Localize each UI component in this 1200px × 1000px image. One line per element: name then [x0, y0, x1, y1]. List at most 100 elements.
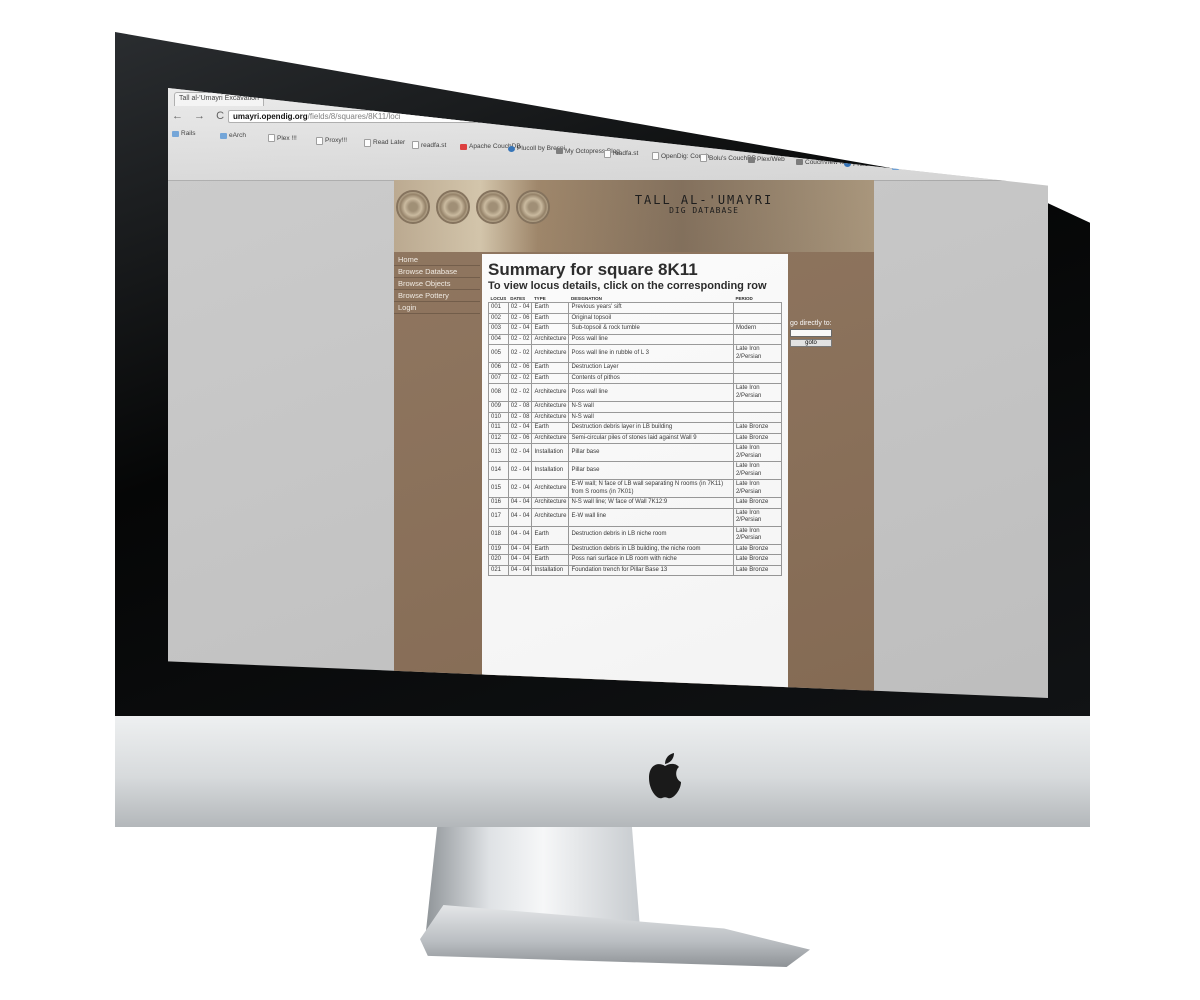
nav-home[interactable]: Home: [394, 254, 480, 266]
table-row[interactable]: 012 02 - 06 Architecture Semi-circular pile…: [488, 432, 783, 444]
table-row[interactable]: 019 04 - 04 Earth Destruction debris in LB …: [488, 543, 783, 555]
gray-icon: [556, 148, 563, 155]
cell-designation: Destruction debris in LB building, the n…: [568, 543, 734, 555]
url-path: /fields/8/squares/8K11/loci: [307, 112, 401, 121]
cell-type: Earth: [531, 422, 570, 434]
bookmark-item[interactable]: Other Bookmarks: [988, 167, 1048, 174]
cell-dates: 02 - 02: [507, 372, 533, 384]
browser-extension-icons[interactable]: ☆ ● ✎ ⚙ ≡: [969, 112, 1040, 123]
page-icon: [268, 134, 275, 143]
table-row[interactable]: 004 02 - 02 Architecture Poss wall line: [488, 333, 783, 345]
table-row[interactable]: 007 02 - 02 Earth Contents of pithos: [488, 372, 783, 384]
cell-period: [732, 362, 783, 374]
cell-type: Installation: [531, 443, 570, 462]
bookmark-item[interactable]: readfa.st: [604, 149, 638, 158]
cell-designation: E-W wall; N face of LB wall separating N…: [568, 479, 734, 498]
cell-type: Architecture: [531, 432, 570, 444]
table-header-row: LOCUS DATES TYPE DESIGNATION PERIOD: [489, 295, 782, 303]
cell-locus: 001: [488, 302, 509, 314]
bookmark-item[interactable]: eArch: [220, 132, 246, 139]
cell-dates: 04 - 04: [507, 564, 533, 576]
cell-dates: 02 - 02: [507, 344, 533, 363]
bookmark-label: IrisCouch: [949, 165, 977, 173]
cell-designation: Destruction debris layer in LB building: [568, 422, 734, 434]
cell-period: Late Bronze: [732, 432, 783, 444]
table-row[interactable]: 020 04 - 04 Earth Poss nari surface in LB r…: [488, 554, 783, 566]
table-row[interactable]: 017 04 - 04 Architecture E-W wall line Late …: [488, 507, 783, 527]
cell-dates: 02 - 04: [507, 479, 533, 498]
table-row[interactable]: 005 02 - 02 Architecture Poss wall line in …: [488, 344, 783, 363]
bookmark-item[interactable]: Rails: [172, 130, 195, 137]
bookmark-item[interactable]: Read Later: [364, 138, 405, 147]
cell-locus: 007: [488, 372, 509, 384]
cell-locus: 002: [488, 312, 509, 324]
table-row[interactable]: 006 02 - 06 Earth Destruction Layer: [488, 362, 783, 374]
column-header-designation: DESIGNATION: [570, 296, 602, 301]
rosette-icon: [476, 190, 510, 224]
table-row[interactable]: 015 02 - 04 Architecture E-W wall; N face o…: [488, 479, 783, 498]
nav-browse-pottery[interactable]: Browse Pottery: [394, 290, 480, 302]
main-content: Summary for square 8K11 To view locus de…: [482, 254, 788, 698]
cell-period: Late Iron 2/Persian: [732, 443, 783, 462]
bookmark-item[interactable]: Asana: [892, 163, 919, 170]
table-row[interactable]: 018 04 - 04 Earth Destruction debris in LB …: [488, 525, 783, 545]
cell-dates: 02 - 02: [507, 383, 533, 402]
table-row[interactable]: 021 04 - 04 Installation Foundation trench …: [488, 564, 783, 576]
cell-locus: 015: [488, 479, 509, 498]
table-row[interactable]: 010 02 - 08 Architecture N-S wall: [488, 411, 783, 423]
cell-designation: Sub-topsoil & rock tumble: [568, 323, 734, 335]
cell-period: Late Bronze: [732, 422, 783, 434]
cell-dates: 02 - 02: [507, 333, 533, 345]
bookmark-item[interactable]: Plex/Web: [748, 156, 785, 163]
cell-locus: 012: [488, 432, 509, 444]
bookmark-item[interactable]: readfa.st: [412, 141, 446, 149]
table-row[interactable]: 011 02 - 04 Earth Destruction debris layer …: [488, 422, 783, 434]
table-body: 001 02 - 04 Earth Previous years' sift 002 02…: [488, 302, 783, 576]
goto-button[interactable]: goto: [790, 339, 832, 347]
cell-dates: 04 - 04: [507, 497, 533, 509]
table-row[interactable]: 016 04 - 04 Architecture N-S wall line; W f…: [488, 497, 783, 509]
cell-dates: 02 - 06: [507, 432, 533, 444]
table-row[interactable]: 001 02 - 04 Earth Previous years' sift: [488, 302, 783, 314]
cell-designation: Contents of pithos: [568, 372, 734, 384]
cell-dates: 04 - 04: [507, 554, 533, 566]
url-host: umayri.opendig.org: [233, 112, 308, 121]
loci-table: LOCUS DATES TYPE DESIGNATION PERIOD 001 0…: [488, 295, 783, 576]
bookmark-label: Proxy!!!: [325, 137, 348, 145]
table-row[interactable]: 003 02 - 04 Earth Sub-topsoil & rock tumble…: [488, 323, 783, 335]
nav-browse-objects[interactable]: Browse Objects: [394, 278, 480, 290]
column-header-dates: DATES: [510, 296, 526, 301]
cell-period: Late Bronze: [732, 497, 783, 509]
folder-icon: [172, 130, 179, 137]
cell-period: [732, 302, 783, 314]
cell-designation: Destruction Layer: [568, 362, 734, 374]
cell-type: Earth: [531, 362, 570, 374]
gray-icon: [796, 159, 803, 166]
table-row[interactable]: 009 02 - 08 Architecture N-S wall: [488, 401, 783, 413]
cell-type: Earth: [531, 302, 570, 314]
cell-type: Architecture: [531, 333, 570, 345]
bookmark-item[interactable]: Proxy!!!: [316, 136, 348, 145]
table-row[interactable]: 013 02 - 04 Installation Pillar base Late Ir…: [488, 443, 783, 462]
nav-browse-database[interactable]: Browse Database: [394, 266, 480, 278]
cell-dates: 02 - 04: [507, 323, 533, 335]
goto-panel: go directly to: goto: [790, 320, 838, 347]
cell-dates: 02 - 06: [507, 312, 533, 324]
cell-locus: 020: [488, 554, 509, 566]
bookmark-item[interactable]: Plex !!!: [268, 134, 297, 143]
table-row[interactable]: 002 02 - 06 Earth Original topsoil: [488, 312, 783, 324]
goto-input[interactable]: [790, 329, 832, 337]
rosette-icon: [436, 190, 470, 224]
bookmark-item[interactable]: IrisCouch: [940, 165, 976, 172]
nav-login[interactable]: Login: [394, 302, 480, 314]
cell-designation: Foundation trench for Pillar Base 13: [568, 564, 734, 576]
table-row[interactable]: 014 02 - 04 Installation Pillar base Late Ir…: [488, 461, 783, 480]
cell-locus: 005: [488, 344, 509, 363]
table-row[interactable]: 008 02 - 02 Architecture Poss wall line Late…: [488, 383, 783, 402]
cell-period: Late Iron 2/Persian: [732, 461, 783, 480]
cell-type: Installation: [531, 461, 570, 480]
page-icon: [604, 149, 611, 158]
cell-designation: Poss wall line: [568, 333, 734, 345]
cell-locus: 010: [488, 411, 509, 423]
cell-designation: Pillar base: [568, 443, 734, 462]
